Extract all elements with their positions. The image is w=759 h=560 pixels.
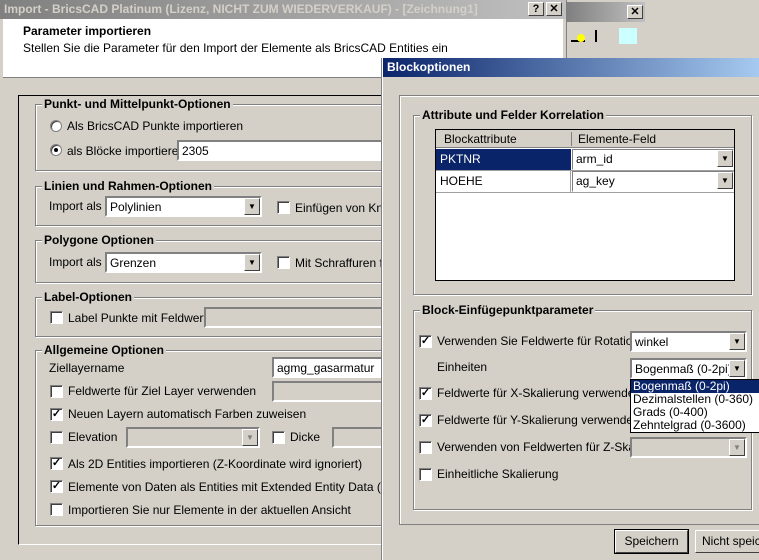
radio-bloecke[interactable] <box>50 144 62 156</box>
als2d-checkbox[interactable]: ✓ <box>50 457 63 470</box>
yskal-checkbox[interactable]: ✓ <box>419 414 432 427</box>
close-button[interactable]: ✕ <box>546 2 562 16</box>
einheiten-label: Einheiten <box>437 360 488 374</box>
select-value: ag_key <box>576 174 615 188</box>
xskal-checkbox[interactable]: ✓ <box>419 387 432 400</box>
select-value: winkel <box>635 335 669 349</box>
rotation-label: Verwenden Sie Feldwerte für Rotation <box>437 334 640 348</box>
group-label: Polygone Optionen <box>42 233 156 247</box>
dicke-checkbox[interactable] <box>272 431 285 444</box>
farben-label: Neuen Layern automatisch Farben zuweisen <box>68 407 307 421</box>
table-row[interactable]: PKTNR arm_id ▼ <box>436 149 734 171</box>
label-punkte-label: Label Punkte mit Feldwert <box>68 311 207 325</box>
dicke-label: Dicke <box>290 430 321 444</box>
ansicht-label: Importieren Sie nur Elemente in der aktu… <box>68 503 351 517</box>
block-name-input[interactable]: 2305 <box>177 140 390 161</box>
als2d-label: Als 2D Entities importieren (Z-Koordinat… <box>68 457 363 471</box>
farben-checkbox[interactable]: ✓ <box>50 408 63 421</box>
dropdown-option[interactable]: Zehntelgrad (0-3600) <box>631 419 759 432</box>
polygone-import-label: Import als <box>49 255 102 269</box>
group-label: Punkt- und Mittelpunkt-Optionen <box>42 97 233 111</box>
korrelation-table: Blockattribute Elemente-Feld PKTNR arm_i… <box>435 129 735 281</box>
knoten-label: Einfügen von Kno <box>295 201 390 215</box>
radio-punkte-label: Als BricsCAD Punkte importieren <box>67 119 244 133</box>
attr-cell: PKTNR <box>436 149 571 170</box>
zskal-label: Verwenden von Feldwerten für Z-Skala <box>437 440 645 454</box>
select-value: Bogenmaß (0-2pi) <box>635 362 732 376</box>
help-button[interactable]: ? <box>528 2 544 16</box>
polygone-import-select[interactable]: Grenzen ▼ <box>105 252 262 273</box>
column-header[interactable]: Blockattribute <box>444 132 517 146</box>
elevation-select[interactable]: ▼ <box>126 427 260 448</box>
chevron-down-icon: ▼ <box>729 333 745 350</box>
column-header[interactable]: Elemente-Feld <box>578 132 656 146</box>
einheiten-select[interactable]: Bogenmaß (0-2pi) ▼ <box>630 358 747 379</box>
attr-cell: HOEHE <box>436 171 571 192</box>
chevron-down-icon: ▼ <box>244 254 260 271</box>
xskal-label: Feldwerte für X-Skalierung verwenden <box>437 386 642 400</box>
blockoptionen-dialog: Blockoptionen Attribute und Felder Korre… <box>382 58 759 560</box>
toolbar-icons <box>571 28 641 46</box>
field-select[interactable]: ag_key ▼ <box>572 171 734 192</box>
rotation-select[interactable]: winkel ▼ <box>630 331 747 352</box>
elevation-checkbox[interactable] <box>50 431 63 444</box>
knoten-checkbox[interactable] <box>277 201 290 214</box>
background-window: ✕ <box>566 0 759 60</box>
table-header: Blockattribute Elemente-Feld <box>436 130 734 148</box>
select-value: Grenzen <box>110 256 157 270</box>
select-value: Polylinien <box>110 200 162 214</box>
schraffur-label: Mit Schraffuren fü <box>295 256 390 270</box>
window-title: Import - BricsCAD Platinum (Lizenz, NICH… <box>4 2 478 16</box>
chevron-down-icon: ▼ <box>717 150 733 167</box>
elevation-label: Elevation <box>68 430 118 444</box>
bg-close-button[interactable]: ✕ <box>627 5 643 19</box>
zskal-select[interactable]: ▼ <box>630 437 747 458</box>
linien-import-select[interactable]: Polylinien ▼ <box>105 196 262 217</box>
field-select[interactable]: arm_id ▼ <box>572 149 734 170</box>
feldwerte-layer-label: Feldwerte für Ziel Layer verwenden <box>68 384 257 398</box>
group-label: Attribute und Felder Korrelation <box>420 108 607 122</box>
zskal-checkbox[interactable] <box>419 441 432 454</box>
group-label: Allgemeine Optionen <box>42 343 167 357</box>
schraffur-checkbox[interactable] <box>277 256 290 269</box>
label-field-input[interactable] <box>204 307 390 328</box>
feldwerte-layer-checkbox[interactable] <box>50 385 63 398</box>
chevron-down-icon: ▼ <box>717 172 733 189</box>
no-save-button[interactable]: Nicht speich <box>695 530 759 553</box>
layer-field-input[interactable] <box>272 381 390 402</box>
ansicht-checkbox[interactable] <box>50 503 63 516</box>
chevron-down-icon: ▼ <box>729 439 745 456</box>
ziellayer-input[interactable]: agmg_gasarmatur <box>272 357 390 378</box>
header-subtitle: Stellen Sie die Parameter für den Import… <box>23 41 448 55</box>
ziellayer-label: Ziellayername <box>49 361 125 375</box>
yskal-label: Feldwerte für Y-Skalierung verwenden <box>437 413 640 427</box>
einheitlich-checkbox[interactable] <box>419 468 432 481</box>
table-row[interactable]: HOEHE ag_key ▼ <box>436 171 734 193</box>
chevron-down-icon: ▼ <box>729 360 745 377</box>
eed-label: Elemente von Daten als Entities mit Exte… <box>68 480 410 494</box>
linien-import-label: Import als <box>49 199 102 213</box>
select-value: arm_id <box>576 152 613 166</box>
einheiten-dropdown-list: Bogenmaß (0-2pi) Dezimalstellen (0-360) … <box>630 379 759 433</box>
save-button[interactable]: Speichern <box>614 529 689 554</box>
einheitlich-label: Einheitliche Skalierung <box>437 467 559 481</box>
group-label: Block-Einfügepunktparameter <box>420 303 596 317</box>
group-label: Label-Optionen <box>42 290 134 304</box>
chevron-down-icon: ▼ <box>242 429 258 446</box>
rotation-checkbox[interactable]: ✓ <box>419 335 432 348</box>
group-label: Linien und Rahmen-Optionen <box>42 179 214 193</box>
dialog-title-bar: Blockoptionen <box>383 58 759 77</box>
radio-bloecke-label: als Blöcke importieren <box>67 144 186 158</box>
title-bar: Import - BricsCAD Platinum (Lizenz, NICH… <box>0 0 566 19</box>
radio-punkte[interactable] <box>50 120 62 132</box>
header-title: Parameter importieren <box>23 24 152 38</box>
eed-checkbox[interactable]: ✓ <box>50 480 63 493</box>
chevron-down-icon: ▼ <box>244 198 260 215</box>
label-punkte-checkbox[interactable] <box>50 311 63 324</box>
dialog-title: Blockoptionen <box>387 60 471 74</box>
